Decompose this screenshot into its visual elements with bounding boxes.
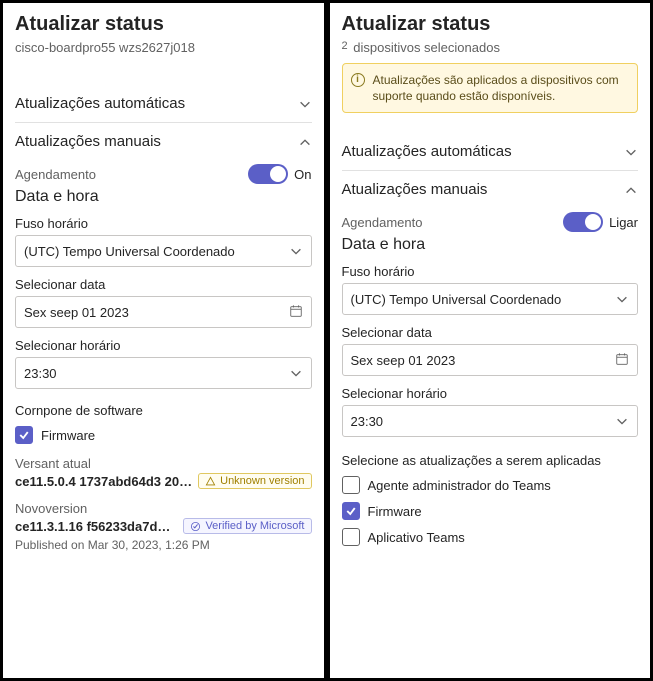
firmware-check-row: Firmware bbox=[342, 502, 639, 520]
warning-icon bbox=[205, 476, 216, 487]
schedule-toggle[interactable] bbox=[563, 212, 603, 232]
chevron-down-icon bbox=[298, 97, 312, 111]
firmware-checkbox[interactable] bbox=[342, 502, 360, 520]
timezone-select[interactable]: (UTC) Tempo Universal Coordenado bbox=[342, 283, 639, 315]
schedule-toggle-state: On bbox=[294, 167, 311, 182]
date-value: Sex seep 01 2023 bbox=[24, 305, 129, 320]
firmware-checkbox[interactable] bbox=[15, 426, 33, 444]
section-auto-updates: Atualizações automáticas bbox=[15, 85, 312, 123]
section-auto-header[interactable]: Atualizações automáticas bbox=[15, 95, 312, 112]
firmware-label: Firmware bbox=[368, 504, 422, 519]
chevron-down-icon bbox=[615, 414, 629, 428]
device-name: cisco-boardpro55 wzs2627j018 bbox=[15, 40, 312, 55]
firmware-check-row: Firmware bbox=[15, 426, 312, 444]
firmware-label: Firmware bbox=[41, 428, 95, 443]
teams-app-checkbox[interactable] bbox=[342, 528, 360, 546]
section-manual-title: Atualizações manuais bbox=[15, 133, 161, 150]
chevron-up-icon bbox=[298, 135, 312, 149]
panel-right: Atualizar status 2 dispositivos selecion… bbox=[329, 2, 652, 679]
section-auto-title: Atualizações automáticas bbox=[342, 143, 512, 160]
verified-badge: Verified by Microsoft bbox=[183, 518, 311, 534]
software-component-label: Cornpone de software bbox=[15, 403, 312, 418]
section-manual-header[interactable]: Atualizações manuais bbox=[15, 133, 312, 150]
timezone-label: Fuso horário bbox=[15, 216, 312, 231]
teams-admin-label: Agente administrador do Teams bbox=[368, 478, 551, 493]
calendar-icon bbox=[289, 304, 303, 321]
new-version-label: Novoversion bbox=[15, 501, 312, 516]
teams-app-label: Aplicativo Teams bbox=[368, 530, 465, 545]
verified-icon bbox=[190, 521, 201, 532]
unknown-version-badge: Unknown version bbox=[198, 473, 311, 489]
section-manual-title: Atualizações manuais bbox=[342, 181, 488, 198]
time-select[interactable]: 23:30 bbox=[15, 357, 312, 389]
timezone-select[interactable]: (UTC) Tempo Universal Coordenado bbox=[15, 235, 312, 267]
datetime-heading: Data e hora bbox=[15, 188, 312, 206]
time-select[interactable]: 23:30 bbox=[342, 405, 639, 437]
chevron-down-icon bbox=[289, 366, 303, 380]
timezone-label: Fuso horário bbox=[342, 264, 639, 279]
devices-subtitle: 2 dispositivos selecionados bbox=[342, 40, 639, 55]
chevron-down-icon bbox=[615, 292, 629, 306]
schedule-row: Agendamento On bbox=[15, 164, 312, 184]
section-manual-header[interactable]: Atualizações manuais bbox=[342, 181, 639, 198]
select-time-label: Selecionar horário bbox=[342, 386, 639, 401]
teams-app-check-row: Aplicativo Teams bbox=[342, 528, 639, 546]
select-date-label: Selecionar data bbox=[15, 277, 312, 292]
section-auto-title: Atualizações automáticas bbox=[15, 95, 185, 112]
section-manual-updates: Atualizações manuais Agendamento On Data… bbox=[15, 123, 312, 562]
chevron-down-icon bbox=[624, 145, 638, 159]
calendar-icon bbox=[615, 352, 629, 369]
info-banner: i Atualizações são aplicados a dispositi… bbox=[342, 63, 639, 113]
chevron-up-icon bbox=[624, 183, 638, 197]
time-value: 23:30 bbox=[24, 366, 57, 381]
schedule-label: Agendamento bbox=[342, 215, 423, 230]
date-input[interactable]: Sex seep 01 2023 bbox=[15, 296, 312, 328]
info-icon: i bbox=[351, 73, 365, 87]
select-updates-label: Selecione as atualizações a serem aplica… bbox=[342, 453, 639, 468]
software-component-block: Cornpone de software Firmware Versant at… bbox=[15, 403, 312, 552]
timezone-value: (UTC) Tempo Universal Coordenado bbox=[24, 244, 235, 259]
current-version-label: Versant atual bbox=[15, 456, 312, 471]
select-date-label: Selecionar data bbox=[342, 325, 639, 340]
schedule-label: Agendamento bbox=[15, 167, 96, 182]
published-text: Published on Mar 30, 2023, 1:26 PM bbox=[15, 538, 312, 552]
schedule-toggle-state: Ligar bbox=[609, 215, 638, 230]
datetime-heading: Data e hora bbox=[342, 236, 639, 254]
date-input[interactable]: Sex seep 01 2023 bbox=[342, 344, 639, 376]
new-version-hash: ce11.3.1.16 f56233da7d5 2... bbox=[15, 519, 177, 534]
section-auto-header[interactable]: Atualizações automáticas bbox=[342, 143, 639, 160]
page-title: Atualizar status bbox=[15, 13, 312, 36]
current-version-hash: ce11.5.0.4 1737abd64d3 2023... bbox=[15, 474, 192, 489]
section-manual-updates: Atualizações manuais Agendamento Ligar D… bbox=[342, 171, 639, 564]
teams-admin-check-row: Agente administrador do Teams bbox=[342, 476, 639, 494]
section-auto-updates: Atualizações automáticas bbox=[342, 133, 639, 171]
panel-left: Atualizar status cisco-boardpro55 wzs262… bbox=[2, 2, 325, 679]
teams-admin-checkbox[interactable] bbox=[342, 476, 360, 494]
timezone-value: (UTC) Tempo Universal Coordenado bbox=[351, 292, 562, 307]
page-title: Atualizar status bbox=[342, 13, 639, 36]
chevron-down-icon bbox=[289, 244, 303, 258]
select-time-label: Selecionar horário bbox=[15, 338, 312, 353]
date-value: Sex seep 01 2023 bbox=[351, 353, 456, 368]
schedule-toggle[interactable] bbox=[248, 164, 288, 184]
time-value: 23:30 bbox=[351, 414, 384, 429]
info-text: Atualizações são aplicados a dispositivo… bbox=[373, 73, 619, 103]
schedule-row: Agendamento Ligar bbox=[342, 212, 639, 232]
